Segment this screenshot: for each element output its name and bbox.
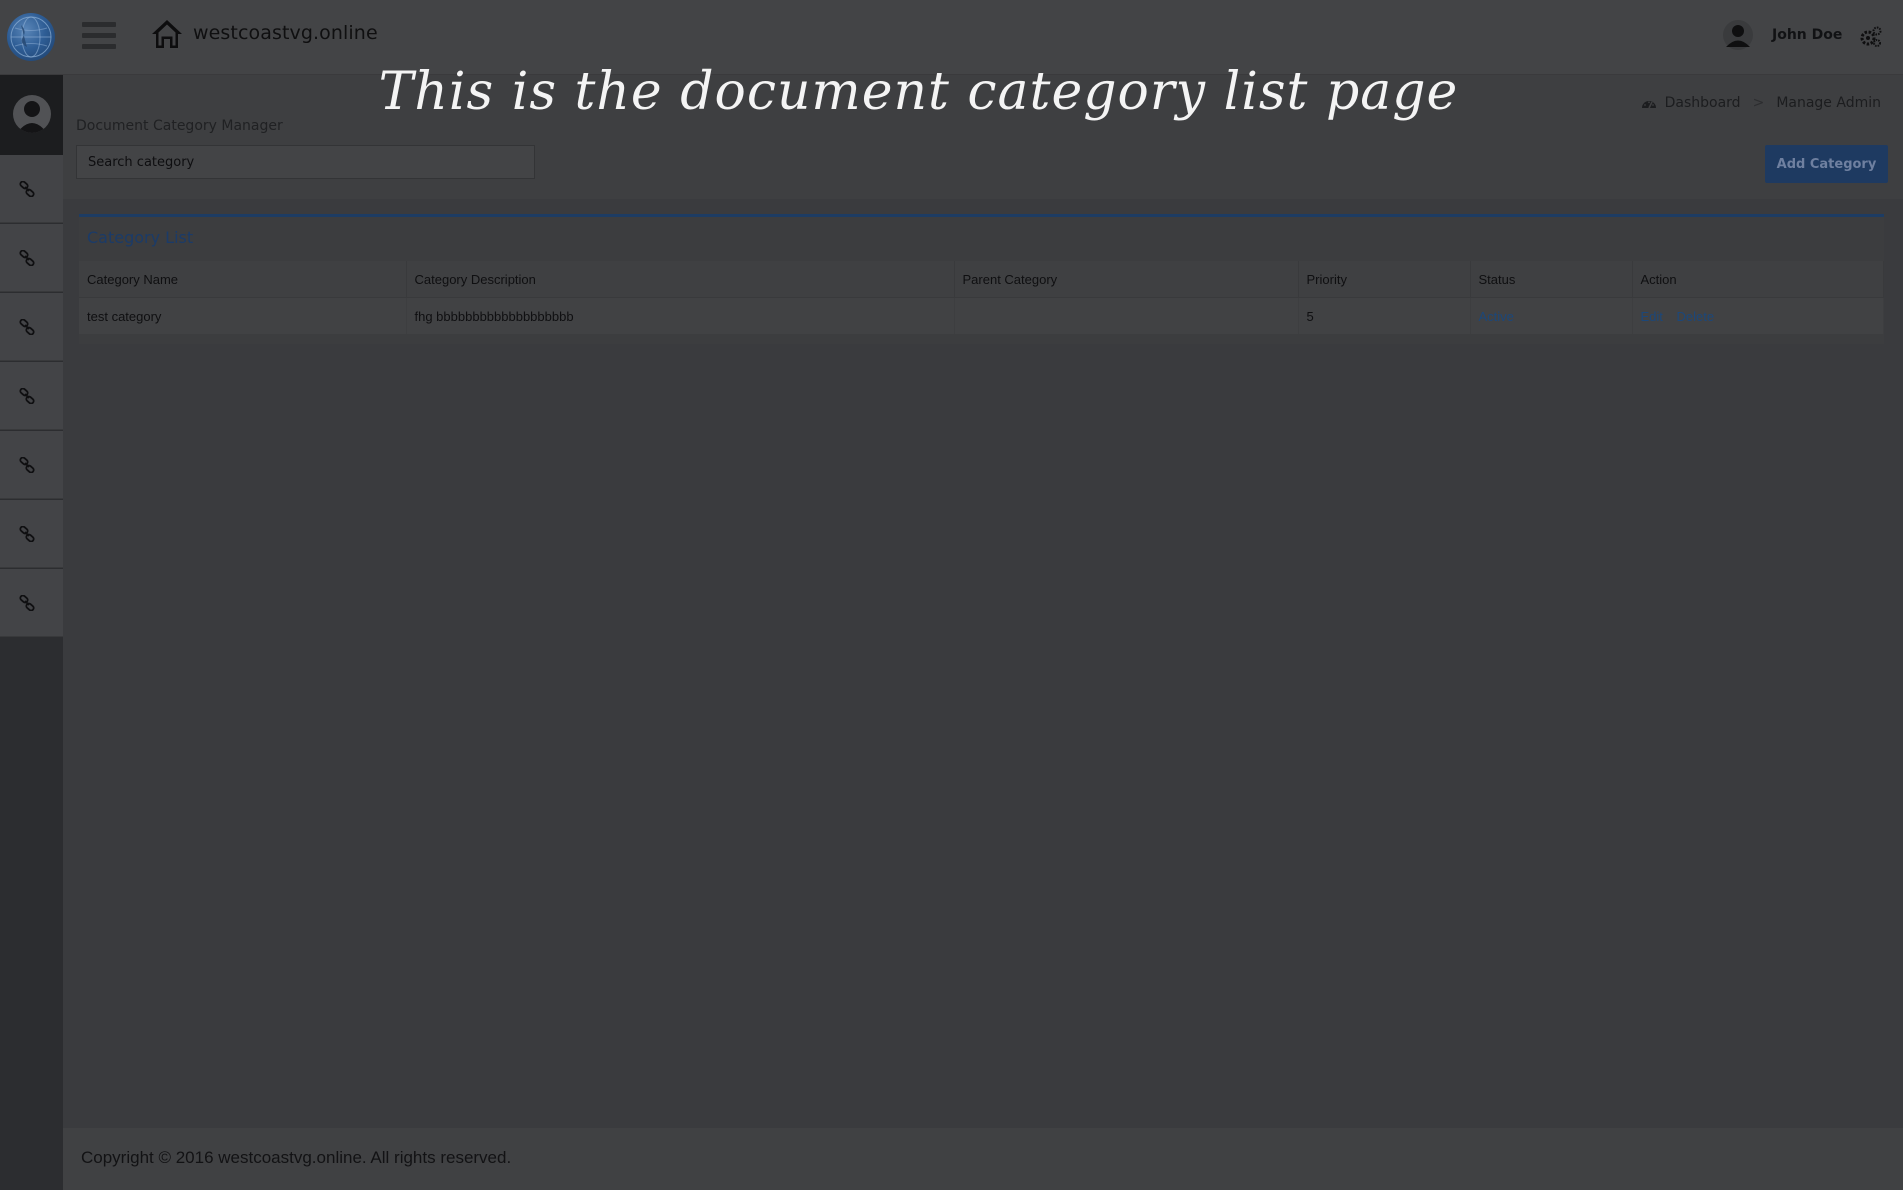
link-icon <box>19 250 35 266</box>
footer: Copyright © 2016 westcoastvg.online. All… <box>63 1128 1903 1190</box>
top-navbar: westcoastvg.online John Doe <box>0 0 1903 75</box>
page-header <box>63 75 1903 199</box>
cell-parent-category <box>954 297 1299 334</box>
home-icon[interactable] <box>150 17 184 51</box>
breadcrumb-manage-admin: Manage Admin <box>1776 95 1881 111</box>
user-name[interactable]: John Doe <box>1772 27 1842 43</box>
sidebar-avatar-icon[interactable] <box>13 95 51 133</box>
column-header-priority[interactable]: Priority <box>1298 261 1471 298</box>
dashboard-icon <box>1641 101 1656 109</box>
cell-action: Edit Delete <box>1632 297 1884 334</box>
breadcrumb-dashboard[interactable]: Dashboard <box>1665 95 1741 111</box>
column-header-category-description[interactable]: Category Description <box>406 261 955 298</box>
cell-category-name: test category <box>79 297 407 334</box>
category-table: Category Name Category Description Paren… <box>79 261 1884 334</box>
edit-link[interactable]: Edit <box>1641 309 1663 324</box>
delete-link[interactable]: Delete <box>1677 309 1715 324</box>
sidebar-item-6[interactable] <box>0 500 63 568</box>
breadcrumb-separator: > <box>1752 95 1765 111</box>
sidebar-item-4[interactable] <box>0 362 63 430</box>
sidebar-profile <box>0 75 63 155</box>
column-header-action: Action <box>1632 261 1884 298</box>
site-title[interactable]: westcoastvg.online <box>193 22 378 44</box>
category-list-panel: Category List Category Name Category Des… <box>79 214 1884 344</box>
column-header-status[interactable]: Status <box>1470 261 1633 298</box>
search-input[interactable] <box>76 145 535 179</box>
cell-category-description: fhg bbbbbbbbbbbbbbbbbbb <box>406 297 955 334</box>
sidebar <box>0 75 63 1190</box>
globe-logo-icon[interactable] <box>7 13 55 61</box>
column-header-category-name[interactable]: Category Name <box>79 261 407 298</box>
breadcrumb: Dashboard > Manage Admin <box>1641 95 1881 111</box>
link-icon <box>19 319 35 335</box>
panel-title: Category List <box>87 228 194 247</box>
sidebar-item-7[interactable] <box>0 569 63 637</box>
cell-status: Active <box>1470 297 1633 334</box>
link-icon <box>19 457 35 473</box>
link-icon <box>19 526 35 542</box>
sidebar-item-5[interactable] <box>0 431 63 499</box>
user-avatar-icon[interactable] <box>1723 20 1753 50</box>
table-header-row: Category Name Category Description Paren… <box>79 261 1884 298</box>
table-row: test category fhg bbbbbbbbbbbbbbbbbbb 5 … <box>79 297 1884 334</box>
link-icon <box>19 595 35 611</box>
sidebar-item-3[interactable] <box>0 293 63 361</box>
footer-copyright: Copyright © 2016 westcoastvg.online. All… <box>81 1148 512 1167</box>
column-header-parent-category[interactable]: Parent Category <box>954 261 1299 298</box>
status-toggle-link[interactable]: Active <box>1479 309 1514 324</box>
sidebar-item-2[interactable] <box>0 224 63 292</box>
sidebar-item-1[interactable] <box>0 155 63 223</box>
gear-icon[interactable] <box>1859 25 1883 49</box>
menu-toggle-icon[interactable] <box>82 22 116 50</box>
page-title: Document Category Manager <box>76 118 283 134</box>
link-icon <box>19 181 35 197</box>
cell-priority: 5 <box>1298 297 1471 334</box>
add-category-button[interactable]: Add Category <box>1765 145 1888 183</box>
link-icon <box>19 388 35 404</box>
